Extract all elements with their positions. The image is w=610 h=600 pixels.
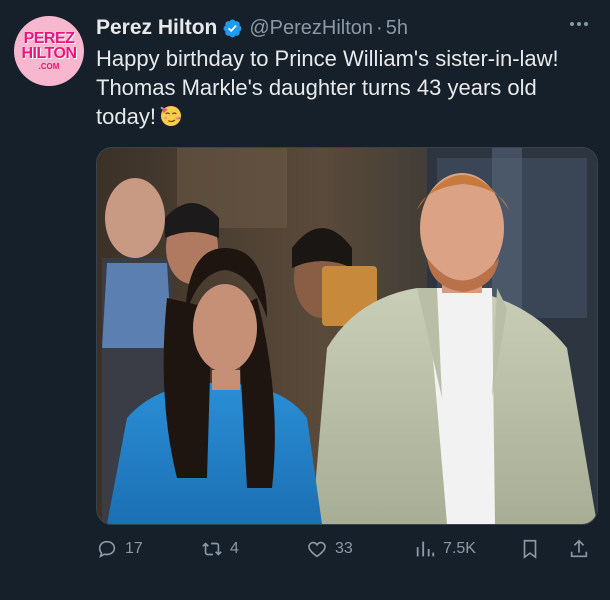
- reply-button[interactable]: 17: [96, 534, 143, 564]
- reply-count: 17: [125, 540, 143, 557]
- tweet[interactable]: PEREZ HILTON .COM Perez Hilton @PerezHil…: [0, 0, 610, 600]
- avatar-brand-line-1: PEREZ: [23, 30, 75, 47]
- reply-icon: [98, 540, 116, 559]
- like-count: 33: [335, 540, 353, 557]
- author-display-name[interactable]: Perez Hilton: [96, 16, 217, 40]
- separator-dot: ·: [376, 16, 383, 39]
- action-bar: 17 4 33 7.5K: [96, 534, 596, 564]
- tweet-photo[interactable]: [96, 147, 598, 525]
- share-button[interactable]: [568, 534, 590, 564]
- avatar-brand-line-2: HILTON: [21, 45, 77, 62]
- tweet-header: Perez Hilton @PerezHilton · 5h: [96, 13, 408, 43]
- more-options-icon[interactable]: [570, 16, 594, 32]
- bookmark-button[interactable]: [519, 534, 541, 564]
- share-icon: [570, 539, 588, 558]
- bookmark-icon: [523, 539, 537, 559]
- photo-of-couple: [97, 148, 597, 524]
- heart-icon: [308, 541, 326, 558]
- verified-badge-icon: [223, 19, 242, 37]
- repost-button[interactable]: 4: [201, 534, 239, 564]
- avatar-brand-line-3: .COM: [38, 62, 60, 71]
- author-handle[interactable]: @PerezHilton: [249, 17, 373, 40]
- partying-face-icon: [160, 106, 181, 126]
- views-button[interactable]: 7.5K: [414, 534, 476, 564]
- repost-count: 4: [230, 540, 239, 557]
- timestamp[interactable]: 5h: [386, 17, 408, 40]
- like-button[interactable]: 33: [306, 534, 353, 564]
- repost-icon: [202, 542, 222, 556]
- views-count: 7.5K: [443, 540, 476, 557]
- tweet-text: Happy birthday to Prince William's siste…: [96, 44, 591, 131]
- analytics-icon: [416, 541, 435, 557]
- avatar[interactable]: PEREZ HILTON .COM: [14, 16, 84, 86]
